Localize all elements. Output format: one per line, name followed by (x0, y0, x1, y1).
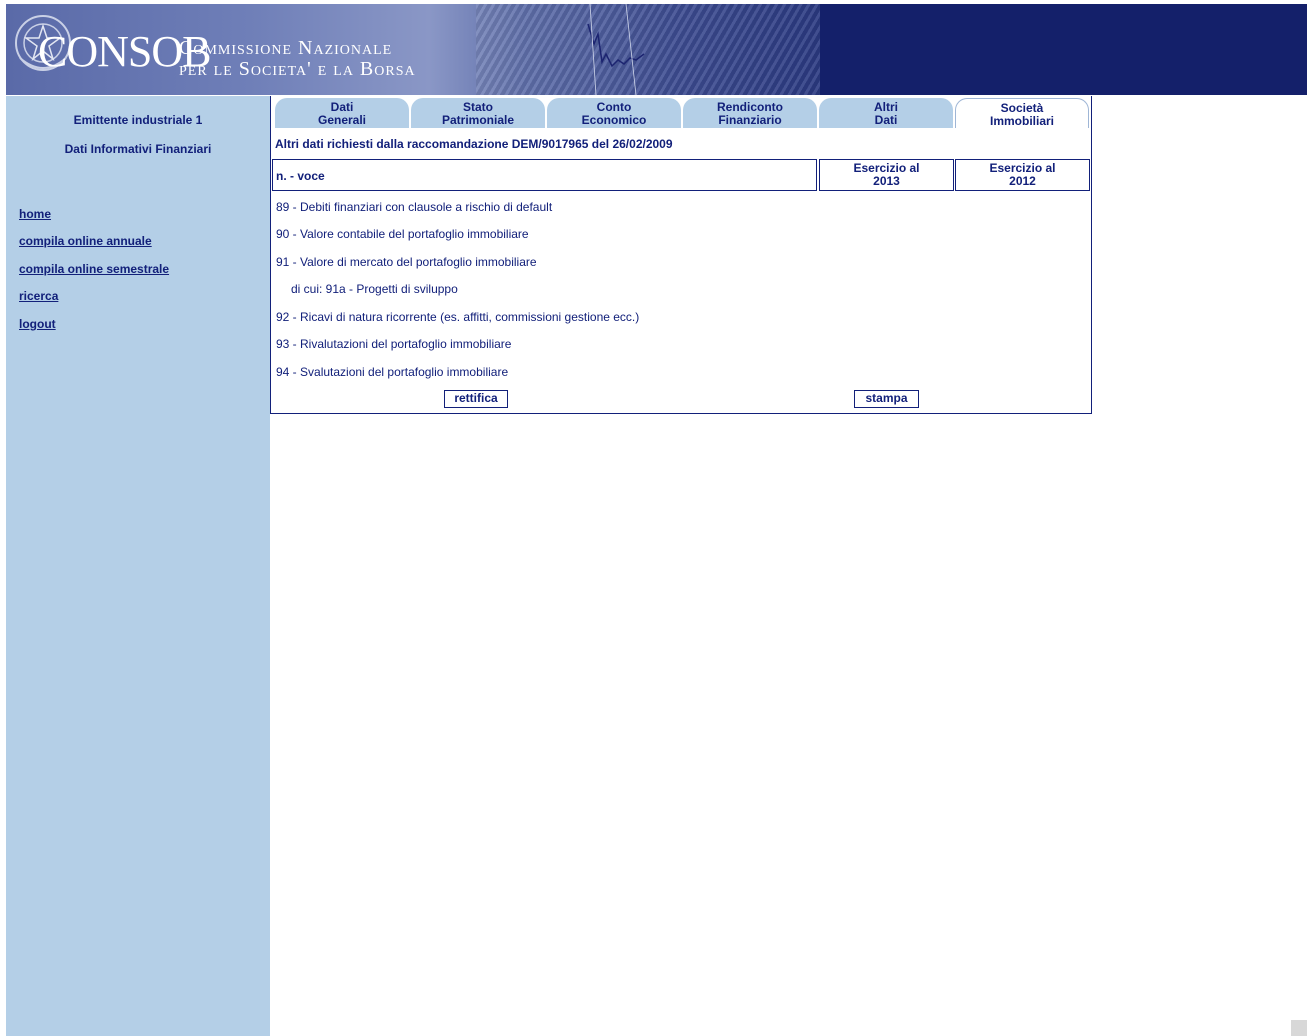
nav-link-compila-annuale[interactable]: compila online annuale (19, 234, 152, 248)
main-content: Dati Generali Stato Patrimoniale Conto E… (270, 96, 1092, 414)
table-row: 93 - Rivalutazioni del portafoglio immob… (276, 337, 512, 351)
section-subtitle: Altri dati richiesti dalla raccomandazio… (275, 137, 673, 151)
column-header-2012: Esercizio al 2012 (955, 159, 1090, 191)
header-year: 2012 (1009, 174, 1036, 188)
tab-label: Finanziario (718, 113, 782, 127)
stock-chart-graphic (587, 4, 645, 95)
tab-label: Generali (317, 113, 367, 127)
nav-link-logout[interactable]: logout (19, 317, 56, 331)
column-header-2013: Esercizio al 2013 (819, 159, 954, 191)
subtitle-line-2: per le Societa' e la Borsa (179, 58, 416, 80)
table-row: 89 - Debiti finanziari con clausole a ri… (276, 200, 553, 214)
company-name: Emittente industriale 1 (73, 113, 203, 127)
table-row: 94 - Svalutazioni del portafoglio immobi… (276, 365, 509, 379)
tab-label: Dati (874, 113, 898, 127)
nav-link-home[interactable]: home (19, 207, 51, 221)
tab-conto-economico[interactable]: Conto Economico (547, 98, 681, 128)
consob-subtitle: Commissione Nazionale per le Societa' e … (179, 38, 416, 80)
nav-link-ricerca[interactable]: ricerca (19, 289, 58, 303)
header-banner: CONSOB Commissione Nazionale per le Soci… (6, 4, 1307, 95)
scrollbar-corner (1291, 1020, 1307, 1036)
table-row: 91 - Valore di mercato del portafoglio i… (276, 255, 537, 269)
table-row: 90 - Valore contabile del portafoglio im… (276, 227, 529, 241)
nav-link-compila-semestrale[interactable]: compila online semestrale (19, 262, 169, 276)
tab-dati-generali[interactable]: Dati Generali (275, 98, 409, 128)
subtitle-line-1: Commissione Nazionale (179, 37, 393, 59)
tab-stato-patrimoniale[interactable]: Stato Patrimoniale (411, 98, 545, 128)
tab-label: Patrimoniale (441, 113, 515, 127)
stampa-button[interactable]: stampa (854, 390, 919, 408)
table-row: 92 - Ricavi di natura ricorrente (es. af… (276, 310, 640, 324)
sidebar: Emittente industriale 1 Dati Informativi… (6, 96, 270, 1036)
rettifica-button[interactable]: rettifica (444, 390, 508, 408)
header-year: 2013 (873, 174, 900, 188)
tab-rendiconto-finanziario[interactable]: Rendiconto Finanziario (683, 98, 817, 128)
section-title: Dati Informativi Finanziari (64, 142, 212, 156)
table-row: di cui: 91a - Progetti di sviluppo (291, 282, 458, 296)
tab-altri-dati[interactable]: Altri Dati (819, 98, 953, 128)
tab-label: Economico (581, 113, 647, 127)
tab-societa-immobiliari[interactable]: Società Immobiliari (955, 98, 1089, 128)
column-header-voce: n. - voce (272, 159, 817, 191)
tab-label: Immobiliari (989, 114, 1054, 128)
